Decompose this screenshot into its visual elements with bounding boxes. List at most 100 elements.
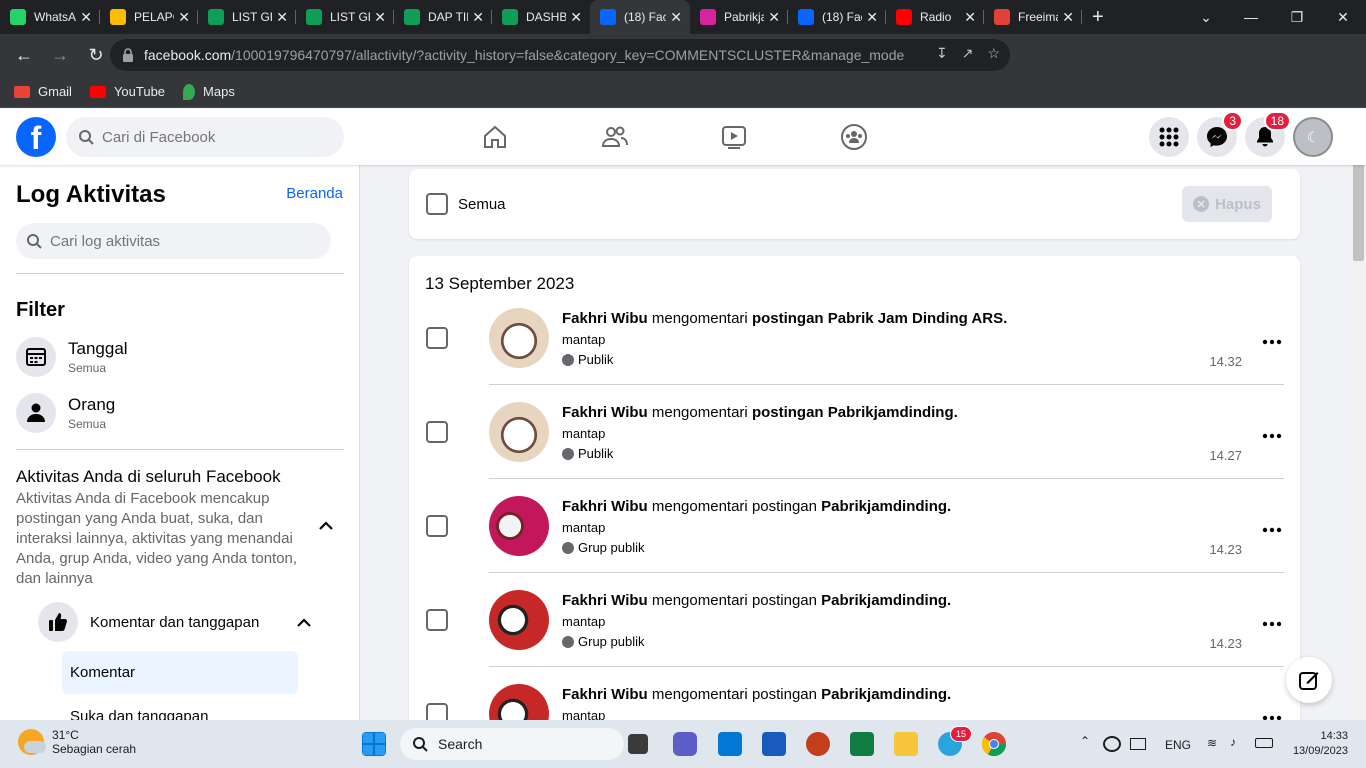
notifications-button[interactable]: 18 [1245,111,1291,157]
select-all-checkbox[interactable] [426,193,448,215]
messenger-button[interactable]: 3 [1197,111,1243,157]
new-message-button[interactable] [1286,657,1332,703]
entry-checkbox[interactable] [426,515,448,537]
close-window-button[interactable]: ✕ [1320,0,1366,34]
home-link[interactable]: Beranda [286,185,343,202]
tab-search-icon[interactable]: ⌄ [1183,0,1229,34]
close-tab-icon[interactable]: ✕ [670,9,682,26]
weather-widget[interactable]: 31°C Sebagian cerah [18,728,136,756]
facebook-search[interactable] [66,117,344,157]
more-options-icon[interactable] [1262,432,1282,440]
file-explorer-icon[interactable] [894,732,918,756]
entry-description[interactable]: Fakhri Wibu mengomentari postingan Pabri… [562,686,951,703]
post-thumbnail[interactable] [489,308,549,368]
subcategory-likes-reactions[interactable]: Suka dan tanggapan [70,708,208,720]
system-clock[interactable]: 14:33 13/09/2023 [1293,729,1348,759]
delete-button[interactable]: ✕ Hapus [1182,186,1272,222]
close-tab-icon[interactable]: ✕ [768,9,780,26]
entry-description[interactable]: Fakhri Wibu mengomentari postingan Pabri… [562,498,951,515]
facebook-search-input[interactable] [102,128,322,146]
more-options-icon[interactable] [1262,620,1282,628]
post-thumbnail[interactable] [489,496,549,556]
chrome-icon[interactable] [981,732,1006,757]
post-thumbnail[interactable] [489,684,549,720]
more-options-icon[interactable] [1262,338,1282,346]
category-comments-reactions[interactable]: Komentar dan tanggapan [38,602,259,642]
keyboard-icon[interactable] [1130,738,1146,750]
friends-icon[interactable] [601,123,629,151]
chevron-up-icon[interactable] [296,615,312,631]
filter-date[interactable]: Tanggal Semua [16,337,128,377]
close-tab-icon[interactable]: ✕ [570,9,582,26]
filter-person[interactable]: Orang Semua [16,393,115,433]
reload-button[interactable]: ↻ [80,39,112,71]
browser-tab[interactable]: DAP TIM ✕ [394,0,492,34]
entry-description[interactable]: Fakhri Wibu mengomentari postingan Pabri… [562,404,958,421]
word-icon[interactable] [762,732,786,756]
browser-tab[interactable]: Freeimage ✕ [984,0,1082,34]
close-tab-icon[interactable]: ✕ [276,9,288,26]
subcategory-comments[interactable]: Komentar [62,651,298,694]
browser-tab[interactable]: (18) Facebook✕ [590,0,690,34]
entry-checkbox[interactable] [426,703,448,720]
show-hidden-icons-chevron-icon[interactable]: ⌃ [1080,734,1090,748]
taskbar-search[interactable]: Search [400,728,624,760]
browser-tab[interactable]: PELAPORAN ✕ [100,0,198,34]
address-bar[interactable]: facebook.com/100019796470797/allactivity… [110,39,1010,71]
maximize-button[interactable]: ❐ [1274,0,1320,34]
windows-start-icon[interactable] [362,732,386,756]
browser-tab[interactable]: Pabrikjamdinding✕ [690,0,788,34]
menu-grid-button[interactable] [1149,117,1189,157]
more-options-icon[interactable] [1262,526,1282,534]
entry-description[interactable]: Fakhri Wibu mengomentari postingan Pabri… [562,592,951,609]
close-tab-icon[interactable]: ✕ [472,9,484,26]
facebook-logo[interactable]: f [16,117,56,157]
bookmark-youtube[interactable]: YouTube [89,84,165,99]
close-tab-icon[interactable]: ✕ [374,9,386,26]
browser-tab[interactable]: Radio ✕ [886,0,984,34]
entry-description[interactable]: Fakhri Wibu mengomentari postingan Pabri… [562,310,1007,327]
close-tab-icon[interactable]: ✕ [1062,9,1074,26]
post-thumbnail[interactable] [489,590,549,650]
browser-tab[interactable]: LIST GRUP ✕ [296,0,394,34]
bookmark-gmail[interactable]: Gmail [14,84,72,99]
browser-tab[interactable]: DASHBOARD✕ [492,0,590,34]
home-icon[interactable] [481,123,509,151]
forward-button[interactable]: → [44,39,76,71]
teams-icon[interactable] [673,732,697,756]
powerpoint-icon[interactable] [806,732,830,756]
back-button[interactable]: ← [8,39,40,71]
language-indicator[interactable]: ENG [1165,738,1191,752]
close-tab-icon[interactable]: ✕ [178,9,190,26]
watch-video-icon[interactable] [720,123,748,151]
groups-icon[interactable] [840,123,868,151]
bookmark-star-icon[interactable]: ☆ [987,45,1000,62]
bookmark-maps[interactable]: Maps [183,83,235,100]
excel-icon[interactable] [850,732,874,756]
entry-checkbox[interactable] [426,327,448,349]
post-thumbnail[interactable] [489,402,549,462]
wifi-icon[interactable]: ≋ [1207,736,1217,750]
entry-checkbox[interactable] [426,421,448,443]
browser-tab[interactable]: WhatsApp✕ [0,0,100,34]
activity-search-input[interactable] [50,232,310,250]
browser-tab[interactable]: (18) Facebook✕ [788,0,886,34]
minimize-button[interactable]: — [1228,0,1274,34]
sync-icon[interactable] [1103,736,1121,752]
vscode-icon[interactable] [718,732,742,756]
task-view-icon[interactable] [628,734,648,754]
close-tab-icon[interactable]: ✕ [964,9,976,26]
browser-tab[interactable]: LIST GRUP ✕ [198,0,296,34]
telegram-icon[interactable]: 15 [938,726,972,756]
volume-icon[interactable]: ♪ [1230,735,1236,749]
share-icon[interactable]: ↗ [962,45,974,62]
page-scrollbar[interactable] [1351,109,1366,720]
account-avatar-button[interactable]: ☾ [1293,117,1333,157]
activity-search[interactable] [16,223,331,259]
chevron-up-icon[interactable] [318,518,334,534]
install-icon[interactable]: ↧ [936,45,948,62]
close-tab-icon[interactable]: ✕ [866,9,878,26]
new-tab-button[interactable]: + [1092,6,1104,29]
battery-icon[interactable] [1255,738,1273,748]
close-tab-icon[interactable]: ✕ [80,9,92,26]
